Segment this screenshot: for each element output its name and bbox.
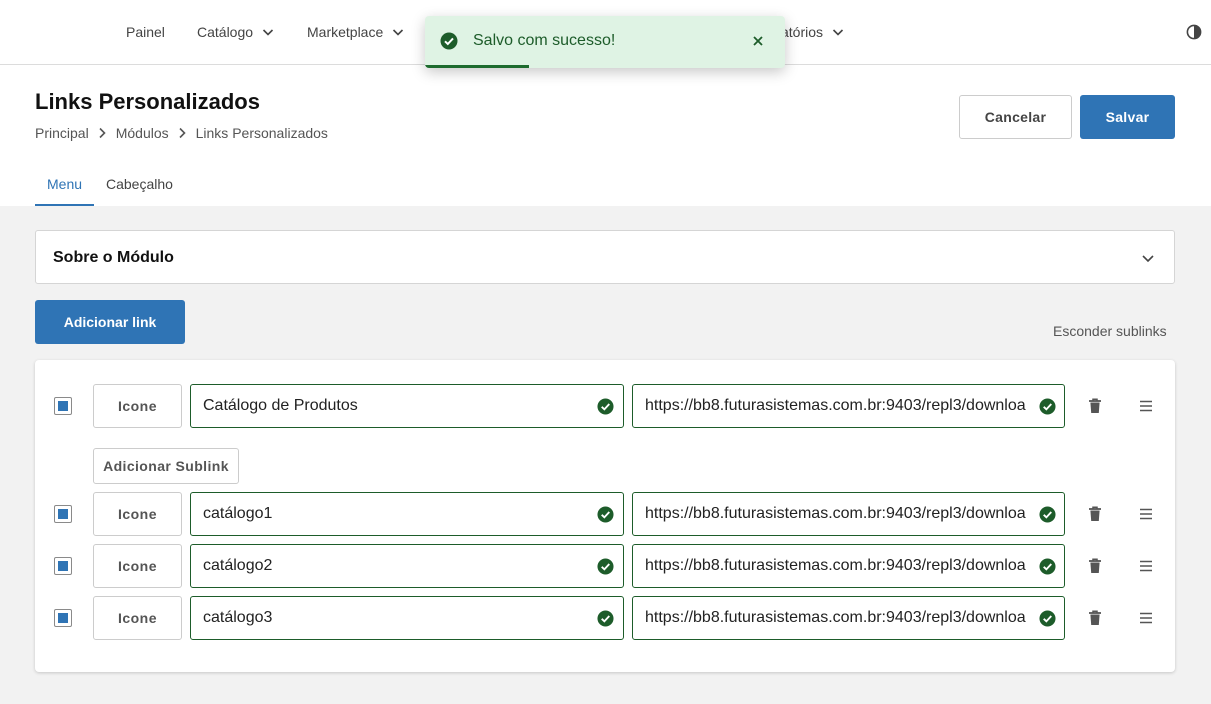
check-circle-icon (1039, 558, 1056, 575)
accordion-title: Sobre o Módulo (53, 249, 174, 266)
nav-item-label: Catálogo (197, 24, 254, 40)
trash-icon[interactable] (1088, 558, 1102, 574)
cancel-button[interactable]: Cancelar (959, 95, 1072, 139)
link-url-field (632, 544, 1065, 588)
page-header: Links Personalizados Principal Módulos L… (0, 65, 1211, 206)
sublink-row: Icone (35, 492, 1175, 536)
nav-item-label: atórios (781, 24, 824, 40)
chevron-down-icon (393, 29, 404, 36)
chevron-down-icon (832, 29, 844, 36)
nav-item-label: Marketplace (307, 24, 384, 40)
link-url-input[interactable] (633, 597, 1028, 639)
nav-item-marketplace[interactable]: Marketplace (307, 0, 404, 64)
links-list: Icone Adicionar Sublink Icone Icone (35, 360, 1175, 672)
tab-menu[interactable]: Menu (35, 165, 95, 206)
check-circle-icon (1039, 398, 1056, 415)
chevron-down-icon (1142, 255, 1154, 263)
tab-label: Menu (47, 176, 83, 192)
link-name-field (190, 384, 624, 428)
link-name-input[interactable] (191, 545, 586, 587)
link-checkbox[interactable] (54, 557, 72, 575)
link-name-input[interactable] (191, 385, 586, 427)
trash-icon[interactable] (1088, 610, 1102, 626)
link-name-field (190, 544, 624, 588)
link-url-input[interactable] (633, 385, 1028, 427)
nav-item-label: Painel (126, 24, 165, 40)
choose-icon-button[interactable]: Icone (93, 384, 182, 428)
link-url-field (632, 596, 1065, 640)
toast-message: Salvo com sucesso! (473, 32, 616, 49)
about-module-accordion[interactable]: Sobre o Módulo (35, 230, 1175, 284)
link-url-input[interactable] (633, 493, 1028, 535)
drag-handle-icon[interactable] (1139, 507, 1153, 521)
breadcrumb-item-principal[interactable]: Principal (35, 125, 89, 141)
add-link-button[interactable]: Adicionar link (35, 300, 185, 344)
trash-icon[interactable] (1088, 398, 1102, 414)
add-sublink-button[interactable]: Adicionar Sublink (93, 448, 239, 484)
nav-item-painel[interactable]: Painel (126, 0, 165, 64)
check-circle-icon (597, 610, 614, 627)
chevron-right-icon (179, 127, 186, 139)
link-checkbox[interactable] (54, 397, 72, 415)
link-name-input[interactable] (191, 493, 586, 535)
nav-item-catalogo[interactable]: Catálogo (197, 0, 274, 64)
link-url-field (632, 492, 1065, 536)
check-circle-icon (597, 506, 614, 523)
contrast-icon[interactable] (1186, 24, 1202, 40)
sublink-row: Icone (35, 544, 1175, 588)
tab-label: Cabeçalho (106, 176, 173, 192)
sublink-row: Icone (35, 596, 1175, 640)
tab-cabecalho[interactable]: Cabeçalho (94, 165, 185, 206)
chevron-down-icon (262, 29, 274, 36)
breadcrumb-item-current: Links Personalizados (195, 125, 328, 141)
check-circle-icon (1039, 506, 1056, 523)
close-icon[interactable] (751, 34, 765, 48)
save-button[interactable]: Salvar (1080, 95, 1175, 139)
breadcrumb-item-modulos[interactable]: Módulos (116, 125, 169, 141)
choose-icon-button[interactable]: Icone (93, 544, 182, 588)
toast-progress-bar (425, 65, 530, 68)
choose-icon-button[interactable]: Icone (93, 596, 182, 640)
trash-icon[interactable] (1088, 506, 1102, 522)
page-title: Links Personalizados (35, 89, 260, 114)
link-url-field (632, 384, 1065, 428)
chevron-right-icon (99, 127, 106, 139)
drag-handle-icon[interactable] (1139, 559, 1153, 573)
check-circle-icon (597, 398, 614, 415)
success-toast: Salvo com sucesso! (425, 16, 785, 68)
drag-handle-icon[interactable] (1139, 399, 1153, 413)
drag-handle-icon[interactable] (1139, 611, 1153, 625)
check-circle-icon (440, 32, 458, 50)
link-checkbox[interactable] (54, 505, 72, 523)
choose-icon-button[interactable]: Icone (93, 492, 182, 536)
link-row: Icone (35, 384, 1175, 428)
breadcrumb: Principal Módulos Links Personalizados (35, 125, 328, 141)
link-url-input[interactable] (633, 545, 1028, 587)
check-circle-icon (1039, 610, 1056, 627)
link-checkbox[interactable] (54, 609, 72, 627)
check-circle-icon (597, 558, 614, 575)
hide-sublinks-link[interactable]: Esconder sublinks (1053, 323, 1167, 339)
link-name-field (190, 492, 624, 536)
link-name-input[interactable] (191, 597, 586, 639)
nav-item-relatorios[interactable]: atórios (781, 0, 844, 64)
link-name-field (190, 596, 624, 640)
